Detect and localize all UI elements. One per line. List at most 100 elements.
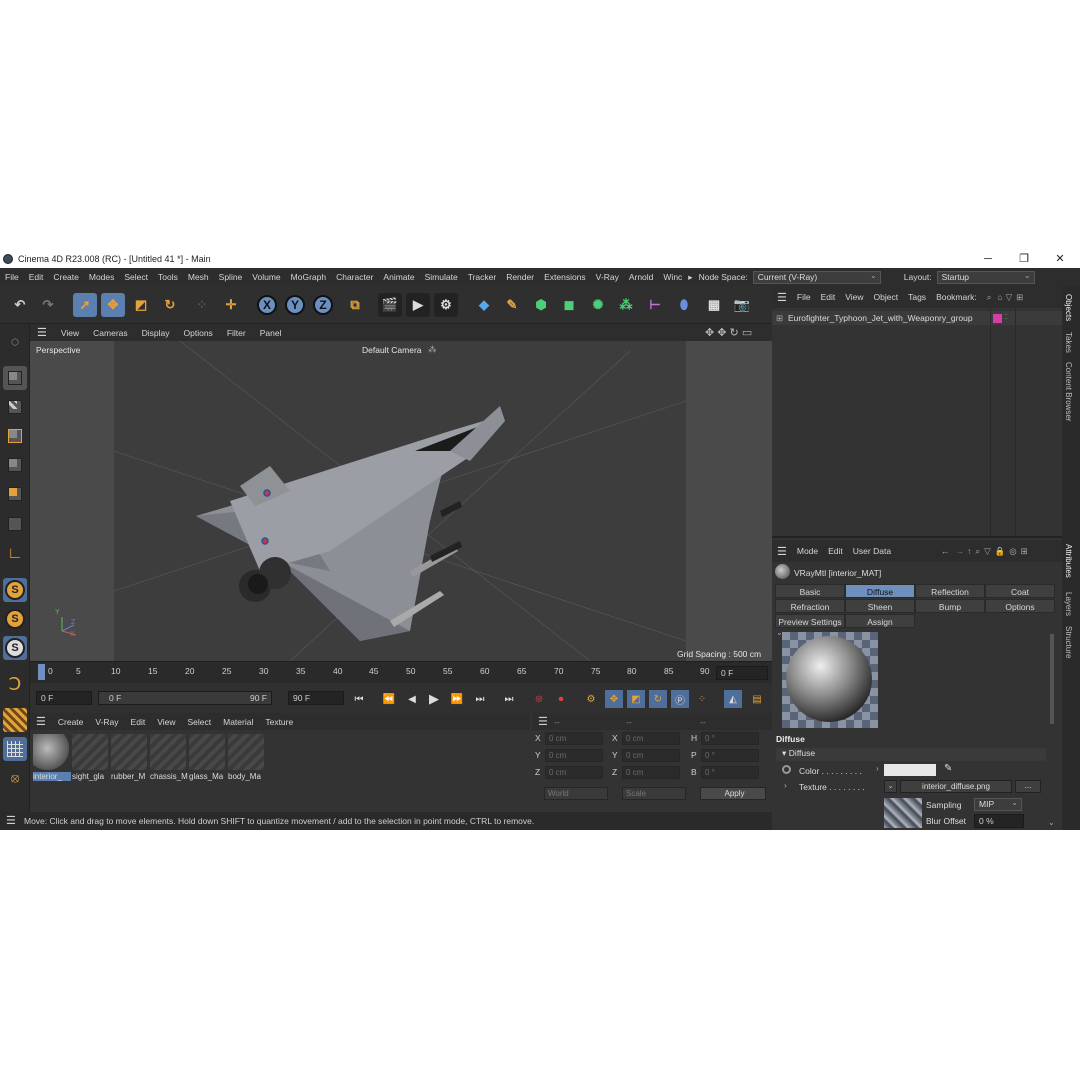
keyframe-selection-icon[interactable]: ⚙ [582, 690, 600, 708]
material-swatch[interactable]: sight_gla [72, 734, 108, 782]
cube-object-icon[interactable]: ◆ [472, 293, 496, 317]
texture-file-button[interactable]: interior_diffuse.png [900, 780, 1012, 793]
attribute-new-window-icon[interactable]: ⊞ [1019, 546, 1030, 557]
material-menu-select[interactable]: Select [181, 717, 217, 727]
menu-mesh[interactable]: Mesh [183, 272, 214, 282]
position-x-field[interactable]: 0 cm [545, 732, 603, 745]
autokey-icon[interactable]: ⏺ [552, 690, 570, 708]
forward-arrow-icon[interactable]: → [955, 546, 966, 556]
menu-window[interactable]: Winc [658, 272, 687, 282]
size-x-field[interactable]: 0 cm [622, 732, 680, 745]
viewport-menu-cameras[interactable]: Cameras [86, 328, 134, 338]
camera-icon[interactable]: 📷 [730, 293, 754, 317]
axis-mode-icon[interactable]: ∟ [3, 542, 27, 566]
recent-tools-icon[interactable]: ⁘ [190, 293, 214, 317]
side-tab-layers[interactable]: Layers [1064, 592, 1073, 616]
material-menu-texture[interactable]: Texture [259, 717, 299, 727]
texture-browse-button[interactable]: ... [1015, 780, 1041, 793]
key-rotation-icon[interactable]: ↻ [649, 690, 667, 708]
object-menu-object[interactable]: Object [869, 292, 904, 302]
object-home-icon[interactable]: ⌂ [996, 292, 1003, 302]
extrude-icon[interactable]: ◼ [557, 293, 581, 317]
side-tab-attributes[interactable]: Attributes [1064, 544, 1073, 578]
tab-coat[interactable]: Coat [985, 584, 1055, 598]
group-expand-icon[interactable]: ▾ [782, 748, 786, 758]
render-picture-viewer-icon[interactable]: ▶ [406, 293, 430, 317]
close-button[interactable]: ✕ [1042, 250, 1078, 268]
attribute-filter-icon[interactable]: ▽ [982, 546, 993, 557]
viewport-menu-display[interactable]: Display [135, 328, 177, 338]
key-scale-icon[interactable]: ◩ [627, 690, 645, 708]
menu-render[interactable]: Render [501, 272, 539, 282]
tab-preview-settings[interactable]: Preview Settings [775, 614, 845, 628]
node-space-dropdown[interactable]: Current (V-Ray) [752, 270, 881, 284]
cloner-icon[interactable]: ✺ [586, 293, 610, 317]
grid-icon[interactable] [3, 737, 27, 761]
field-icon[interactable]: ⬮ [672, 293, 696, 317]
lock-icon[interactable]: 🔒 [993, 546, 1008, 557]
menu-mograph[interactable]: MoGraph [286, 272, 331, 282]
next-frame-icon[interactable]: ⏩ [448, 690, 466, 708]
undo-icon[interactable]: ↶ [8, 293, 32, 317]
film-strip-icon[interactable]: ▤ [748, 690, 766, 708]
menu-simulate[interactable]: Simulate [420, 272, 463, 282]
menu-vray[interactable]: V-Ray [591, 272, 624, 282]
texture-expand-icon[interactable]: › [784, 780, 787, 790]
select-tool-icon[interactable]: ➚ [73, 293, 97, 317]
interpolation-icon[interactable]: ◭ [724, 690, 742, 708]
viewport-camera-label[interactable]: Default Camera [362, 345, 422, 355]
color-picker-icon[interactable]: ✎ [944, 763, 952, 774]
maximize-button[interactable]: ❐ [1006, 250, 1042, 268]
coord-space-dropdown[interactable]: World [544, 787, 608, 800]
texture-mode-icon[interactable] [3, 395, 27, 419]
end-frame-field[interactable]: 90 F [288, 691, 344, 705]
material-hamburger-icon[interactable]: ☰ [30, 715, 52, 728]
mograph-icon[interactable]: ⁂ [614, 293, 638, 317]
subdivision-surface-icon[interactable]: ⬢ [529, 293, 553, 317]
target-icon[interactable]: ◎ [1007, 546, 1018, 557]
start-frame-field[interactable]: 0 F [36, 691, 92, 705]
magnet-icon[interactable]: Ↄ [3, 672, 27, 696]
points-mode-icon[interactable] [3, 424, 27, 448]
camera-link-icon[interactable]: ⁂ [428, 344, 437, 355]
go-to-end-icon[interactable]: ⏭ [500, 690, 518, 708]
material-swatch[interactable]: rubber_M [111, 734, 147, 782]
preview-scrollbar[interactable] [1050, 634, 1054, 724]
color-expand-icon[interactable]: › [876, 764, 879, 773]
current-frame-field[interactable]: 0 F [716, 666, 768, 680]
material-swatch[interactable]: body_Ma [228, 734, 264, 782]
previous-frame-icon[interactable]: ◀ [403, 690, 421, 708]
tab-bump[interactable]: Bump [915, 599, 985, 613]
rotation-p-field[interactable]: 0 ° [701, 749, 759, 762]
viewport-menu-options[interactable]: Options [177, 328, 220, 338]
attribute-menu-userdata[interactable]: User Data [848, 546, 896, 556]
timeline-ruler[interactable]: 0 5 10 15 20 25 30 35 40 45 50 55 60 65 … [30, 661, 772, 683]
side-tab-content-browser[interactable]: Content Browser [1064, 362, 1073, 422]
material-swatch[interactable]: glass_Ma [189, 734, 225, 782]
texture-dropdown-icon[interactable]: ⌄ [884, 780, 897, 793]
object-menu-view[interactable]: View [840, 292, 868, 302]
attribute-menu-mode[interactable]: Mode [792, 546, 823, 556]
y-axis-lock-button[interactable]: Y [285, 295, 305, 315]
deformer-icon[interactable]: ⊢ [643, 293, 667, 317]
menu-extensions[interactable]: Extensions [539, 272, 591, 282]
material-menu-create[interactable]: Create [52, 717, 90, 727]
pen-spline-icon[interactable]: ✎ [500, 293, 524, 317]
viewport-navigation-icons[interactable]: ✥ ✥ ↻ ▭ [705, 326, 752, 339]
sampling-dropdown[interactable]: MIP [974, 797, 1022, 811]
menu-create[interactable]: Create [48, 272, 84, 282]
back-arrow-icon[interactable]: ← [936, 546, 955, 556]
tab-diffuse[interactable]: Diffuse [845, 584, 915, 598]
polygons-mode-icon[interactable] [3, 482, 27, 506]
viewport-menu-view[interactable]: View [54, 328, 86, 338]
material-menu-edit[interactable]: Edit [125, 717, 152, 727]
previous-key-icon[interactable]: ⏪ [380, 690, 398, 708]
object-new-window-icon[interactable]: ⊞ [1014, 292, 1025, 303]
minimize-button[interactable]: ─ [970, 250, 1006, 268]
menu-animate[interactable]: Animate [378, 272, 419, 282]
menu-volume[interactable]: Volume [247, 272, 285, 282]
menu-modes[interactable]: Modes [84, 272, 120, 282]
menu-select[interactable]: Select [119, 272, 153, 282]
move-tool-icon[interactable]: ✥ [101, 293, 125, 317]
edges-mode-icon[interactable] [3, 453, 27, 477]
